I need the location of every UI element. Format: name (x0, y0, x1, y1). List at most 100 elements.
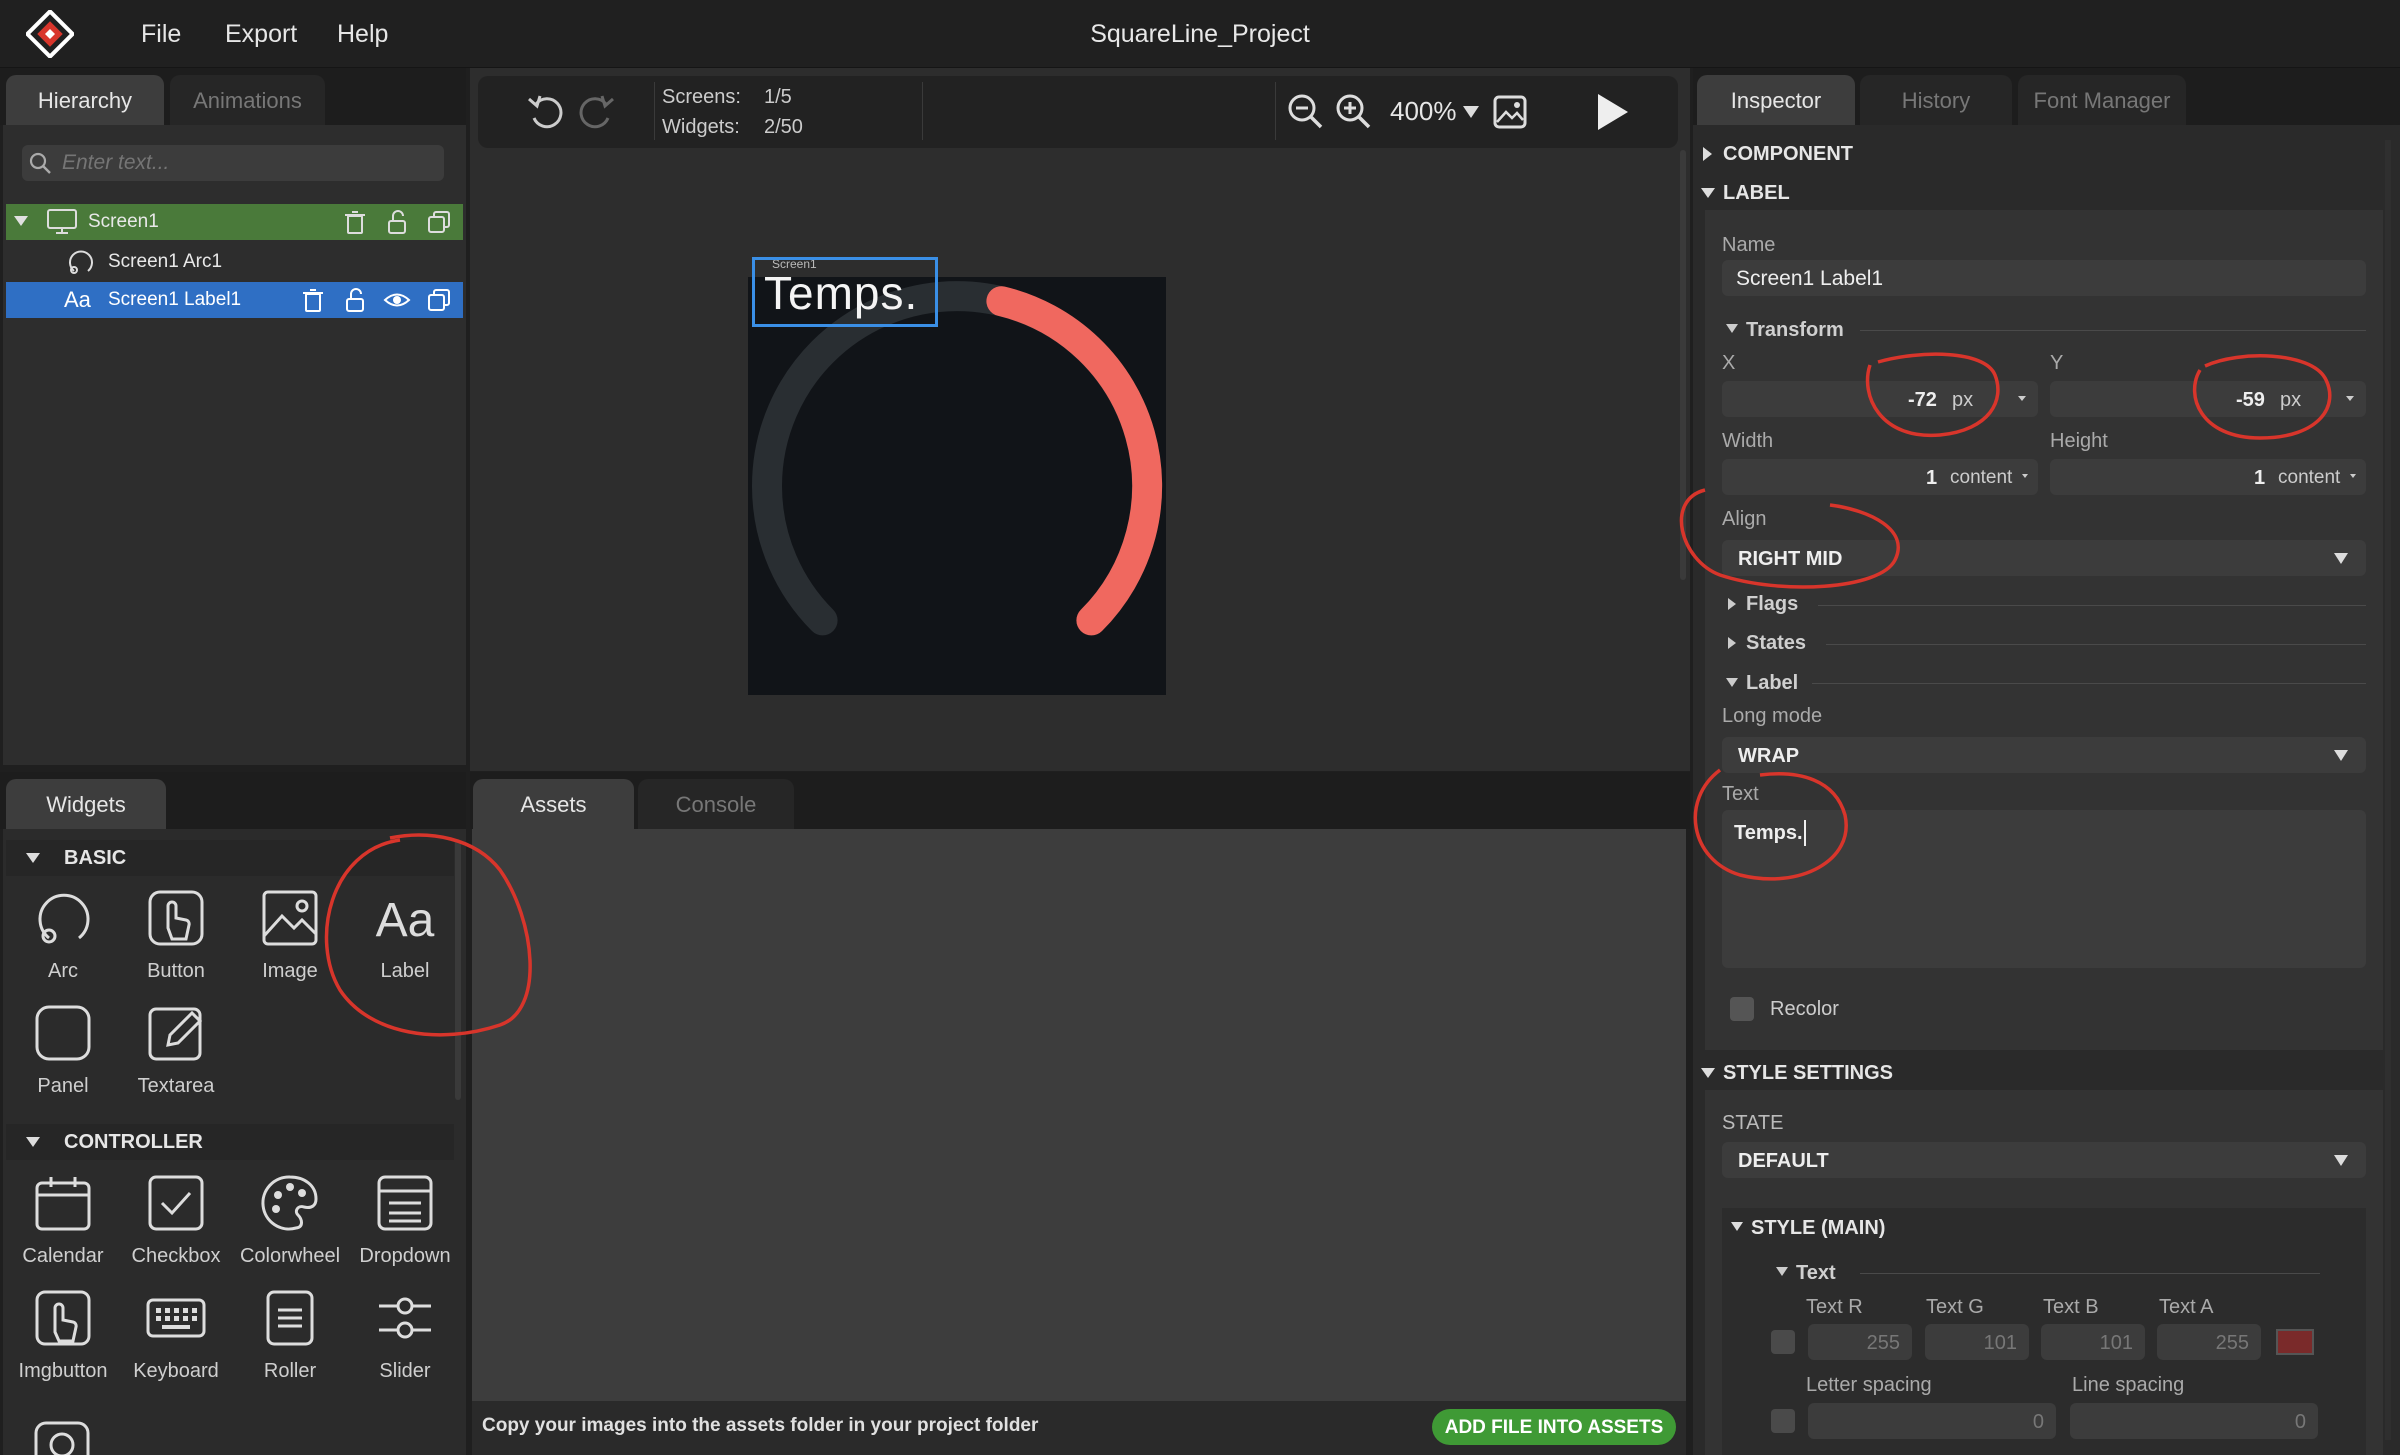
assets-area[interactable] (472, 829, 1686, 1401)
undo-icon[interactable] (524, 90, 568, 134)
redo-icon[interactable] (574, 90, 618, 134)
tab-animations[interactable]: Animations (170, 75, 325, 125)
x-field[interactable]: -72 px (1722, 381, 2038, 417)
tab-inspector[interactable]: Inspector (1697, 75, 1855, 125)
menu-export[interactable]: Export (225, 0, 297, 67)
label-props-header[interactable]: Label (1746, 672, 1798, 695)
widget-keyboard[interactable]: Keyboard (121, 1278, 231, 1383)
widget-calendar[interactable]: Calendar (8, 1163, 118, 1268)
visibility-eye-icon[interactable] (382, 285, 412, 315)
text-a-field[interactable]: 255 (2157, 1324, 2261, 1360)
screen-preview[interactable] (748, 277, 1166, 695)
name-field[interactable]: Screen1 Label1 (1722, 260, 2366, 296)
component-section-header[interactable]: COMPONENT (1693, 138, 2383, 170)
collapse-arrow-icon[interactable] (26, 853, 40, 863)
widget-arc[interactable]: Arc (8, 878, 118, 983)
delete-icon[interactable] (340, 207, 370, 237)
widget-roller[interactable]: Roller (235, 1278, 345, 1383)
states-header[interactable]: States (1746, 632, 1806, 655)
delete-icon[interactable] (298, 285, 328, 315)
collapse-arrow-icon[interactable] (1701, 1068, 1715, 1078)
text-input-area[interactable]: Temps. (1722, 810, 2366, 968)
tab-hierarchy[interactable]: Hierarchy (6, 75, 164, 125)
widget-panel[interactable]: Panel (8, 993, 118, 1098)
state-dropdown[interactable]: DEFAULT (1722, 1142, 2366, 1178)
widgets-scrollbar[interactable] (455, 840, 461, 1100)
collapse-arrow-icon[interactable] (1726, 678, 1738, 687)
letter-spacing-field[interactable]: 0 (1808, 1403, 2056, 1439)
text-g-field[interactable]: 101 (1925, 1324, 2029, 1360)
expand-arrow-icon[interactable] (1728, 598, 1736, 610)
align-dropdown[interactable]: RIGHT MID (1722, 540, 2366, 576)
collapse-arrow-icon[interactable] (1731, 1222, 1743, 1231)
style-settings-header[interactable]: STYLE SETTINGS (1693, 1057, 2383, 1089)
expand-arrow-icon[interactable] (14, 216, 28, 226)
canvas-scrollbar[interactable] (1680, 150, 1686, 580)
expand-arrow-icon[interactable] (1728, 637, 1736, 649)
text-color-swatch[interactable] (2276, 1329, 2314, 1355)
expand-arrow-icon[interactable] (1703, 147, 1712, 161)
tree-item-label1[interactable]: Aa Screen1 Label1 (6, 282, 463, 318)
widget-slider[interactable]: Slider (350, 1278, 460, 1383)
unlock-icon[interactable] (382, 207, 412, 237)
height-field[interactable]: 1 content (2050, 459, 2366, 495)
width-unit[interactable]: content (1950, 467, 2012, 489)
duplicate-icon[interactable] (424, 207, 454, 237)
play-icon[interactable] (1590, 90, 1634, 134)
widget-textarea[interactable]: Textarea (121, 993, 231, 1098)
unit-dropdown-icon[interactable] (2350, 474, 2356, 478)
unit-dropdown-icon[interactable] (2346, 396, 2354, 401)
unit-dropdown-icon[interactable] (2018, 396, 2026, 401)
tab-history[interactable]: History (1860, 75, 2012, 125)
background-image-icon[interactable] (1492, 94, 1528, 130)
widget-label[interactable]: Aa Label (350, 878, 460, 983)
dropdown-arrow-icon[interactable] (2334, 750, 2348, 761)
hierarchy-search[interactable] (22, 145, 444, 181)
width-field[interactable]: 1 content (1722, 459, 2038, 495)
tab-font-manager[interactable]: Font Manager (2018, 75, 2186, 125)
transform-header[interactable]: Transform (1746, 319, 1844, 342)
menu-help[interactable]: Help (337, 0, 388, 67)
duplicate-icon[interactable] (424, 285, 454, 315)
collapse-arrow-icon[interactable] (1776, 1267, 1788, 1276)
inspector-scrollbar[interactable] (2385, 140, 2391, 1440)
style-main-header[interactable]: STYLE (MAIN) (1751, 1217, 1885, 1240)
label-section-header[interactable]: LABEL (1693, 177, 2383, 209)
widget-dropdown[interactable]: Dropdown (350, 1163, 460, 1268)
basic-section-header[interactable]: BASIC (6, 840, 454, 876)
collapse-arrow-icon[interactable] (26, 1137, 40, 1147)
text-b-field[interactable]: 101 (2041, 1324, 2145, 1360)
widget-image[interactable]: Image (235, 878, 345, 983)
recolor-checkbox[interactable] (1730, 997, 1754, 1021)
height-unit[interactable]: content (2278, 467, 2340, 489)
tree-item-arc1[interactable]: Screen1 Arc1 (6, 244, 463, 280)
dropdown-arrow-icon[interactable] (2334, 1155, 2348, 1166)
dropdown-arrow-icon[interactable] (2334, 553, 2348, 564)
widget-button[interactable]: Button (121, 878, 231, 983)
text-r-field[interactable]: 255 (1808, 1324, 1912, 1360)
line-spacing-field[interactable]: 0 (2070, 1403, 2318, 1439)
zoom-out-icon[interactable] (1284, 90, 1326, 132)
zoom-level[interactable]: 400% (1390, 96, 1457, 127)
collapse-arrow-icon[interactable] (1701, 188, 1715, 198)
collapse-arrow-icon[interactable] (1726, 324, 1738, 333)
long-mode-dropdown[interactable]: WRAP (1722, 737, 2366, 773)
text-color-checkbox[interactable] (1771, 1330, 1795, 1354)
tree-item-screen1[interactable]: Screen1 (6, 204, 463, 240)
search-input[interactable] (60, 147, 434, 179)
selected-label-widget[interactable]: Temps. (752, 257, 938, 327)
x-unit[interactable]: px (1952, 389, 1973, 412)
zoom-in-icon[interactable] (1332, 90, 1374, 132)
widget-checkbox[interactable]: Checkbox (121, 1163, 231, 1268)
widget-imgbutton[interactable]: Imgbutton (8, 1278, 118, 1383)
add-file-into-assets-button[interactable]: ADD FILE INTO ASSETS (1432, 1409, 1676, 1445)
menu-file[interactable]: File (141, 0, 181, 67)
flags-header[interactable]: Flags (1746, 593, 1798, 616)
tab-console[interactable]: Console (638, 779, 794, 829)
unit-dropdown-icon[interactable] (2022, 474, 2028, 478)
zoom-dropdown-icon[interactable] (1463, 106, 1479, 118)
camera-icon[interactable] (32, 1415, 92, 1455)
widget-colorwheel[interactable]: Colorwheel (235, 1163, 345, 1268)
tab-assets[interactable]: Assets (473, 779, 634, 829)
y-unit[interactable]: px (2280, 389, 2301, 412)
